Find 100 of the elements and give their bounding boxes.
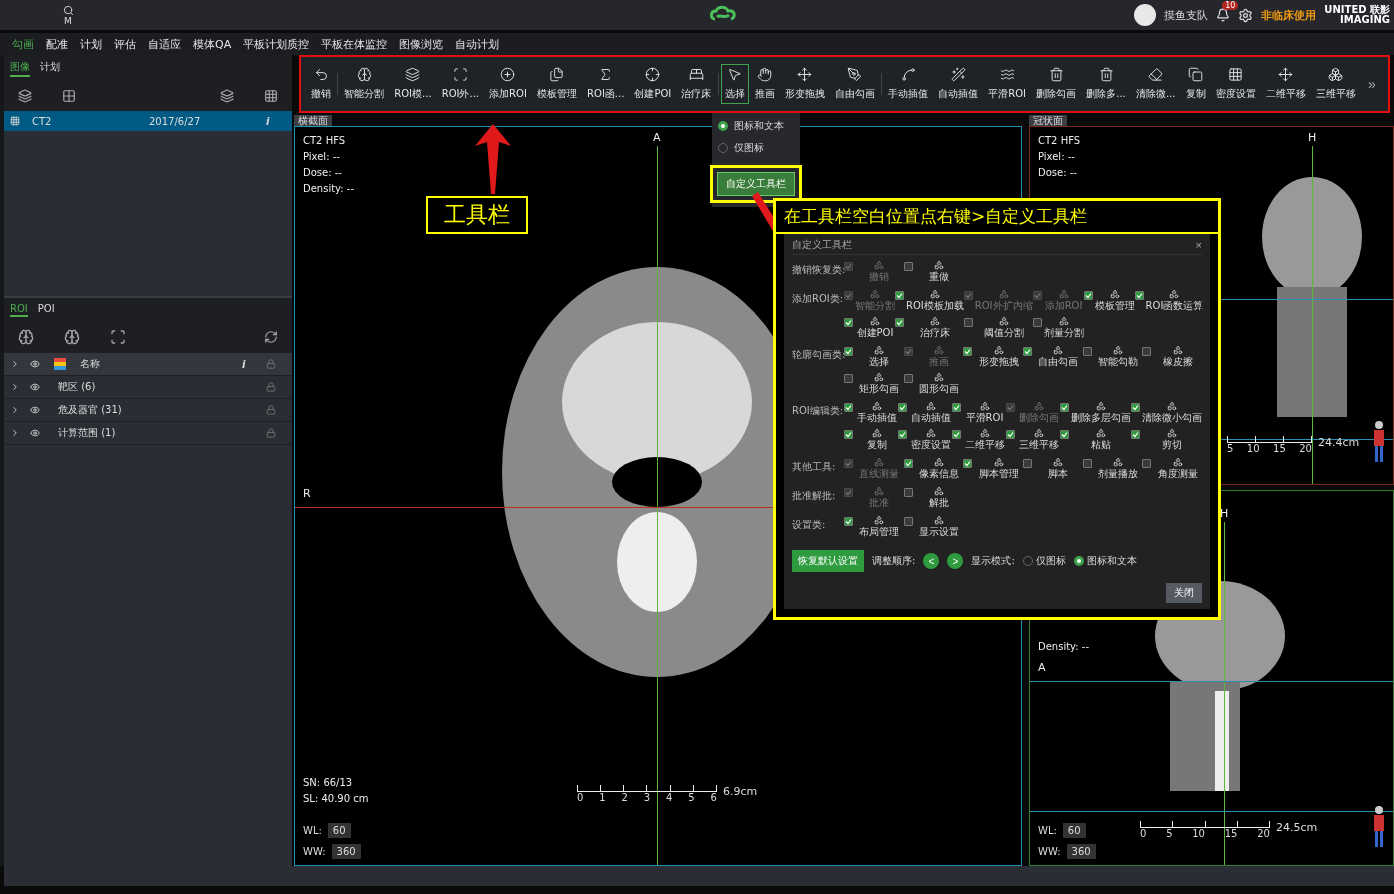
toolbar-button[interactable]: 治疗床 (677, 64, 716, 104)
menu-tab[interactable]: 计划 (74, 36, 108, 52)
checkbox[interactable] (1131, 430, 1140, 439)
mode-option[interactable]: 图标和文本 (1073, 554, 1137, 568)
toolbar-button[interactable]: ROI外... (437, 64, 483, 104)
toolbar-button[interactable]: 撤销 (307, 64, 335, 104)
chevron-icon[interactable] (10, 405, 20, 415)
menu-option[interactable]: 仅图标 (712, 137, 800, 159)
panel-tab[interactable]: POI (37, 302, 55, 317)
toolbar-button[interactable]: 二维平移 (1261, 64, 1310, 104)
toolbar-button[interactable]: 推画 (750, 64, 779, 104)
bell-icon[interactable] (1216, 8, 1231, 22)
checkbox[interactable] (903, 459, 913, 468)
checkbox[interactable] (1082, 347, 1092, 356)
menu-tab[interactable]: 评估 (108, 36, 142, 52)
brain-icon[interactable] (18, 329, 34, 345)
menu-tab[interactable]: 配准 (40, 36, 74, 52)
toolbar-button[interactable]: 密度设置 (1211, 64, 1260, 104)
menu-tab[interactable]: 平板在体监控 (315, 36, 394, 52)
checkbox[interactable] (1083, 291, 1093, 300)
menu-tab[interactable]: 自动计划 (449, 36, 506, 52)
chevron-icon[interactable] (10, 428, 20, 438)
checkbox[interactable] (1023, 347, 1032, 356)
checkbox[interactable] (898, 430, 907, 439)
menu-tab[interactable]: 自适应 (142, 36, 187, 52)
toolbar-button[interactable]: 模板管理 (532, 64, 581, 104)
toolbar-button[interactable]: 选择 (720, 64, 749, 104)
grid-icon[interactable] (62, 89, 76, 103)
panel-tab[interactable]: ROI (10, 302, 28, 317)
checkbox[interactable] (903, 374, 913, 383)
next-button[interactable]: > (947, 553, 964, 569)
toolbar-button[interactable]: 复制 (1181, 64, 1210, 104)
chevron-icon[interactable] (10, 359, 20, 369)
toolbar-button[interactable]: ROI模... (390, 64, 436, 104)
menu-option[interactable]: 图标和文本 (712, 115, 800, 137)
checkbox[interactable] (1060, 403, 1069, 412)
lock-icon[interactable] (266, 405, 276, 415)
checkbox[interactable] (844, 374, 853, 383)
eye-icon[interactable] (30, 359, 40, 369)
toolbar-button[interactable]: 自由勾画 (830, 64, 879, 104)
menu-tab[interactable]: 图像浏览 (393, 36, 450, 52)
panel-tab[interactable]: 图像 (10, 59, 30, 77)
search-icon[interactable] (62, 4, 74, 16)
toolbar-button[interactable]: ROI函... (583, 64, 629, 104)
scan-icon[interactable] (110, 329, 126, 345)
toolbar-button[interactable]: 删除勾画 (1032, 64, 1081, 104)
checkbox[interactable] (1082, 459, 1092, 468)
checkbox[interactable] (963, 459, 973, 468)
chevron-icon[interactable] (10, 382, 20, 392)
checkbox[interactable] (1142, 347, 1152, 356)
layers-icon[interactable] (220, 89, 234, 103)
panel-tab[interactable]: 计划 (40, 59, 60, 77)
lock-icon[interactable] (266, 428, 276, 438)
radio-button[interactable] (718, 121, 728, 131)
image-row[interactable]: CT2 2017/6/27 i (4, 111, 292, 131)
close-dialog-button[interactable]: 关闭 (1166, 583, 1202, 603)
toolbar-button[interactable]: 删除多... (1082, 64, 1130, 104)
grid-icon[interactable] (264, 89, 278, 103)
checkbox[interactable] (898, 403, 907, 412)
more-button[interactable]: » (1361, 75, 1382, 93)
checkbox[interactable] (895, 291, 904, 300)
checkbox[interactable] (963, 318, 973, 327)
checkbox[interactable] (844, 347, 853, 356)
checkbox[interactable] (903, 262, 913, 271)
brain-icon[interactable] (64, 329, 80, 345)
checkbox[interactable] (1060, 430, 1069, 439)
checkbox[interactable] (844, 318, 853, 327)
lock-icon[interactable] (266, 382, 276, 392)
layers-icon[interactable] (18, 89, 32, 103)
settings-icon[interactable] (1238, 7, 1254, 23)
mode-option[interactable]: 仅图标 (1022, 554, 1066, 568)
toolbar-button[interactable]: 三维平移 (1311, 64, 1360, 104)
menu-tab[interactable]: 模体QA (187, 36, 238, 52)
close-button[interactable]: × (1195, 238, 1202, 252)
menu-tab[interactable]: 平板计划质控 (237, 36, 316, 52)
checkbox[interactable] (952, 430, 961, 439)
checkbox[interactable] (1131, 403, 1140, 412)
menu-tab[interactable]: 勾画 (6, 36, 40, 52)
checkbox[interactable] (963, 347, 973, 356)
checkbox[interactable] (903, 517, 913, 526)
eye-icon[interactable] (30, 382, 40, 392)
checkbox[interactable] (895, 318, 904, 327)
toolbar-button[interactable]: 平滑ROI (984, 64, 1031, 104)
checkbox[interactable] (1023, 459, 1032, 468)
checkbox[interactable] (952, 403, 961, 412)
toolbar-button[interactable]: 智能分割 (340, 64, 389, 104)
toolbar-button[interactable]: 清除微... (1131, 64, 1180, 104)
checkbox[interactable] (844, 430, 853, 439)
toolbar-button[interactable]: 形变拖拽 (780, 64, 829, 104)
eye-icon[interactable] (30, 428, 40, 438)
checkbox[interactable] (844, 517, 853, 526)
avatar[interactable] (1134, 4, 1157, 26)
checkbox[interactable] (844, 403, 853, 412)
refresh-icon[interactable] (264, 330, 278, 344)
checkbox[interactable] (903, 488, 913, 497)
restore-defaults-button[interactable]: 恢复默认设置 (792, 550, 864, 572)
eye-icon[interactable] (30, 405, 40, 415)
toolbar-button[interactable]: 创建POI (630, 64, 676, 104)
radio-button[interactable] (1073, 556, 1084, 566)
toolbar-button[interactable]: 自动插值 (934, 64, 983, 104)
